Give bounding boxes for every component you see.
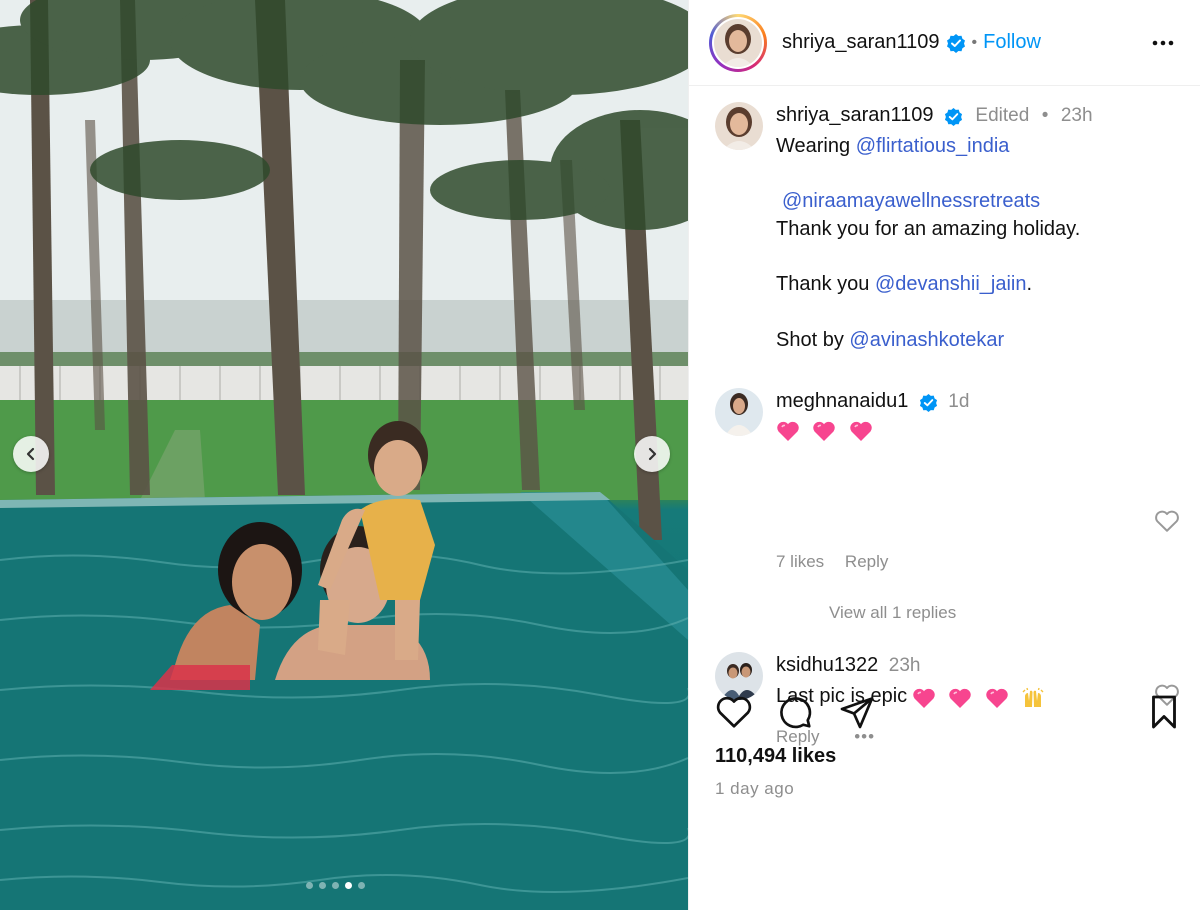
- comment-time[interactable]: 1d: [948, 391, 969, 412]
- caption-time[interactable]: 23h: [1061, 105, 1093, 126]
- heart-outline-icon[interactable]: [715, 694, 753, 730]
- author-avatar: [714, 18, 762, 67]
- comment-text: [776, 420, 881, 442]
- pool-family-photo: [0, 0, 688, 910]
- separator-dot: •: [971, 33, 978, 51]
- carousel-dot-active: [345, 882, 352, 889]
- share-icon[interactable]: [839, 694, 875, 730]
- carousel-dot: [332, 882, 339, 889]
- mention-link[interactable]: @niraamayawellnessretreats: [782, 190, 1040, 212]
- commenter-avatar[interactable]: [715, 652, 763, 700]
- comment-header: ksidhu1322 23h: [776, 654, 1200, 677]
- caption-username[interactable]: shriya_saran1109: [776, 104, 934, 126]
- comment-icon[interactable]: [777, 694, 813, 730]
- carousel-dot: [306, 882, 313, 889]
- caption-text: Shot by: [776, 329, 844, 351]
- post-side-panel: shriya_saran1109 • Follow shriya_saran11…: [688, 0, 1200, 910]
- reply-button[interactable]: Reply: [845, 552, 888, 571]
- view-replies-button[interactable]: View all 1 replies: [829, 603, 1200, 623]
- commenter-avatar[interactable]: [715, 388, 763, 436]
- commenter-username[interactable]: meghnanaidu1: [776, 390, 908, 412]
- author-username[interactable]: shriya_saran1109: [782, 31, 940, 54]
- carousel-indicator: [306, 882, 365, 889]
- separator-dot: •: [1041, 105, 1049, 126]
- caption-text: Thank you for an amazing holiday.: [776, 218, 1081, 240]
- commenter-username[interactable]: ksidhu1322: [776, 654, 878, 676]
- verified-icon: [919, 394, 937, 413]
- post-date[interactable]: 1 day ago: [715, 779, 794, 799]
- caption-header: shriya_saran1109 Edited • 23h: [776, 104, 1200, 127]
- caption-text: Wearing: [776, 135, 851, 157]
- carousel-prev-button[interactable]: [13, 436, 49, 472]
- caption-author-avatar[interactable]: [715, 102, 763, 150]
- comment-likes[interactable]: 7 likes: [776, 552, 824, 571]
- carousel-dot: [319, 882, 326, 889]
- caption-line-1: Wearing @flirtatious_india: [776, 132, 1009, 160]
- caption-line-5: Shot by @avinashkotekar: [776, 326, 1004, 354]
- caption-text: .: [1026, 273, 1033, 295]
- pink-heart-emoji: [850, 421, 872, 441]
- post-action-bar: [715, 694, 1180, 734]
- more-horizontal-icon[interactable]: [1150, 30, 1176, 56]
- mention-link[interactable]: @flirtatious_india: [856, 135, 1010, 157]
- caption-line-2: @niraamayawellnessretreats: [782, 187, 1040, 215]
- bookmark-icon[interactable]: [1148, 694, 1180, 730]
- carousel-dot: [358, 882, 365, 889]
- arrow-right-icon: [648, 447, 657, 461]
- mention-link[interactable]: @avinashkotekar: [849, 329, 1004, 351]
- comment-footer: 7 likes Reply: [776, 552, 1200, 572]
- arrow-left-icon: [26, 447, 35, 461]
- verified-icon: [946, 33, 965, 53]
- comment-header: meghnanaidu1 1d: [776, 390, 1200, 413]
- follow-button[interactable]: Follow: [983, 31, 1041, 54]
- comments-area[interactable]: shriya_saran1109 Edited • 23h Wearing @f…: [689, 86, 1200, 746]
- post-header: shriya_saran1109 • Follow: [689, 0, 1200, 86]
- verified-icon: [944, 108, 963, 127]
- post-photo[interactable]: [0, 0, 688, 910]
- author-avatar-story-ring[interactable]: [709, 13, 767, 72]
- carousel-next-button[interactable]: [634, 436, 670, 472]
- pink-heart-emoji: [777, 421, 799, 441]
- mention-link[interactable]: @devanshii_jaiin: [875, 273, 1027, 295]
- likes-count[interactable]: 110,494 likes: [715, 745, 836, 768]
- edited-label: Edited: [975, 105, 1030, 126]
- pink-heart-emoji: [813, 421, 836, 441]
- comment-time[interactable]: 23h: [889, 655, 921, 676]
- like-comment-heart-icon[interactable]: [1154, 509, 1180, 533]
- caption-line-4: Thank you @devanshii_jaiin.: [776, 270, 1032, 298]
- caption-text: Thank you: [776, 273, 870, 295]
